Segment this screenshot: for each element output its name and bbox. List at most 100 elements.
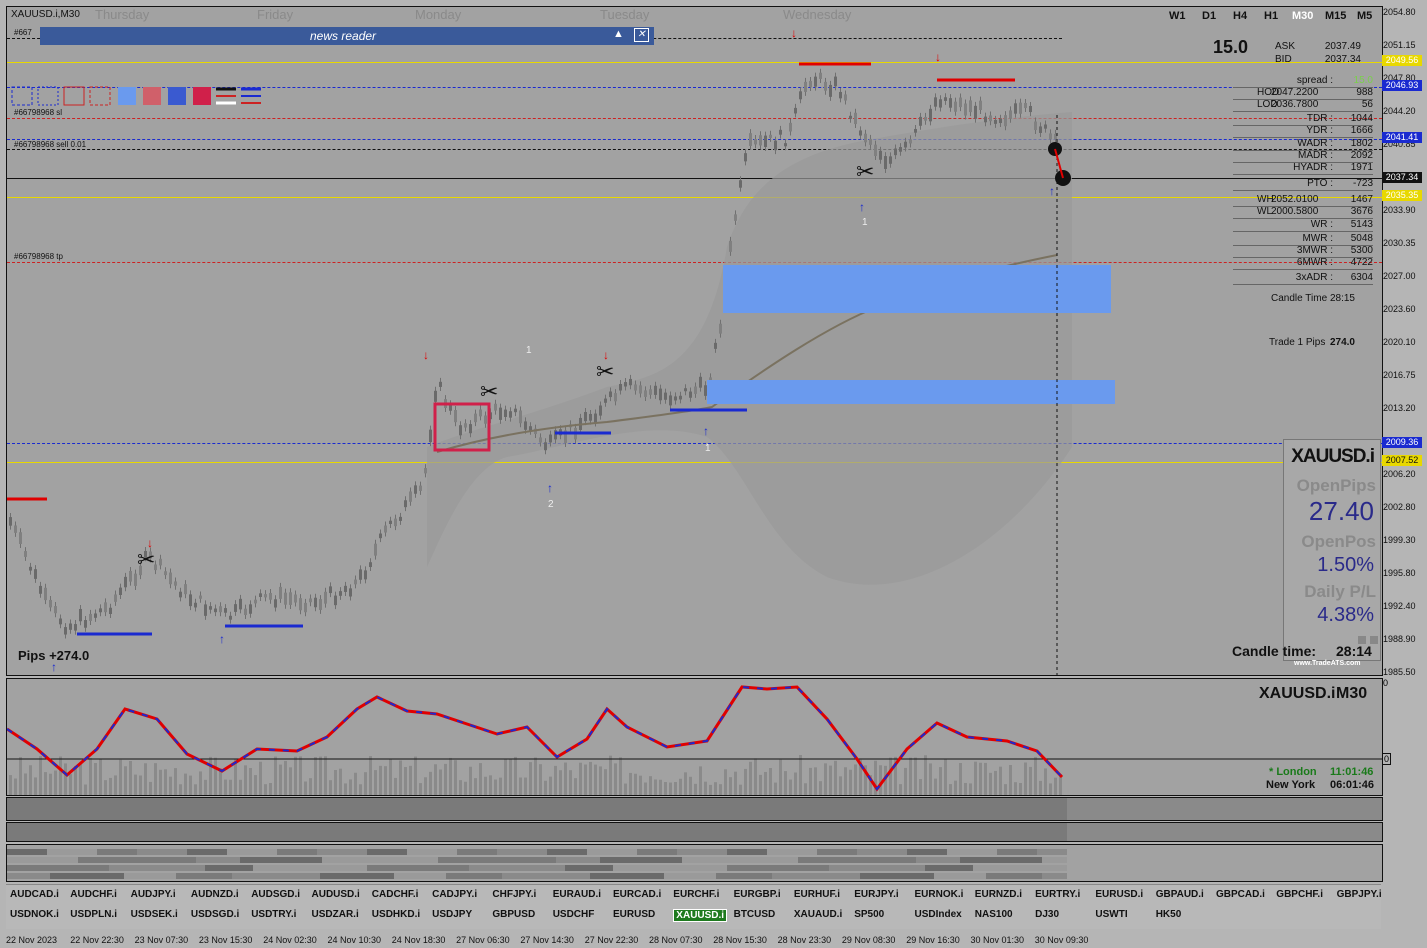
symbol-button[interactable]: EURHUF.i (794, 889, 840, 900)
symbol-button[interactable]: EURTRY.i (1035, 889, 1080, 900)
symbol-button[interactable]: USDHKD.i (372, 909, 420, 920)
candle (414, 485, 417, 494)
price-axis-label: 2051.15 (1383, 40, 1416, 50)
volume-bar (779, 759, 782, 795)
symbol-button[interactable]: AUDSGD.i (251, 889, 300, 900)
price-tag: 2037.34 (1382, 172, 1422, 183)
symbol-button[interactable]: USDNOK.i (10, 909, 59, 920)
volume-bar (594, 764, 597, 795)
info-label: HOD (1257, 87, 1280, 98)
volume-bar (269, 782, 272, 795)
volume-bar (484, 776, 487, 795)
symbol-button[interactable]: CHFJPY.i (492, 889, 536, 900)
symbol-button[interactable]: EURUSD (613, 909, 655, 920)
symbol-button[interactable]: EURAUD.i (553, 889, 601, 900)
symbol-button[interactable]: DJ30 (1035, 909, 1059, 920)
symbol-button[interactable]: AUDUSD.i (312, 889, 360, 900)
symbol-button[interactable]: AUDCAD.i (10, 889, 59, 900)
symbol-button[interactable]: GBPCAD.i (1216, 889, 1265, 900)
candle (424, 468, 427, 474)
volume-bar (974, 761, 977, 795)
volume-bar (644, 782, 647, 795)
candle (169, 572, 172, 585)
info-label: LOD (1257, 99, 1278, 110)
volume-bar (384, 766, 387, 795)
volume-bar (144, 763, 147, 795)
price-axis-label: 2027.00 (1383, 271, 1416, 281)
volume-bar (149, 781, 152, 795)
volume-bar (299, 756, 302, 795)
symbol-button[interactable]: USDJPY (432, 909, 472, 920)
candle (324, 591, 327, 604)
volume-bar (24, 773, 27, 795)
symbol-button[interactable]: GBPAUD.i (1156, 889, 1204, 900)
candle (84, 620, 87, 628)
info-value: 4722 (1350, 257, 1373, 268)
symbol-button[interactable]: USWTI (1095, 909, 1127, 920)
volume-bar (369, 756, 372, 795)
candle (784, 143, 787, 147)
symbol-button[interactable]: EURNOK.i (915, 889, 964, 900)
symbol-button[interactable]: EURCAD.i (613, 889, 661, 900)
symbol-button[interactable]: AUDJPY.i (131, 889, 176, 900)
candle (259, 593, 262, 598)
info-value: 56 (1361, 99, 1373, 110)
scissors-icon: ✂ (596, 359, 614, 384)
symbol-button[interactable]: AUDNZD.i (191, 889, 239, 900)
symbol-button[interactable]: AUDCHF.i (70, 889, 117, 900)
heatmap-cell (7, 849, 47, 855)
symbol-button[interactable]: USDIndex (915, 909, 962, 920)
oscillator-panel[interactable]: XAUUSD.i M30 * London 11:01:46 New York … (6, 678, 1383, 796)
symbol-button[interactable]: USDTRY.i (251, 909, 296, 920)
volume-bar (424, 777, 427, 795)
symbol-button[interactable]: CADCHF.i (372, 889, 419, 900)
candle (654, 385, 657, 395)
osc-axis-mid: 0 (1382, 753, 1392, 765)
volume-bar (264, 784, 267, 795)
symbol-button[interactable]: USDCHF (553, 909, 595, 920)
price-plot[interactable]: ↓ ↓ ↓ ↓ ↓ ↑ ↑ ↑ ↑ ↑ ↑ ✂ ✂ ✂ ✂ (7, 7, 1382, 675)
candle (524, 421, 527, 430)
symbol-button[interactable]: USDSEK.i (131, 909, 178, 920)
candle (129, 570, 132, 582)
candle (664, 392, 667, 400)
symbol-button[interactable]: XAUAUD.i (794, 909, 842, 920)
heatmap-cell (677, 849, 727, 855)
symbol-button[interactable]: NAS100 (975, 909, 1013, 920)
candle (639, 385, 642, 394)
symbol-button[interactable]: XAUUSD.i (673, 909, 728, 922)
volume-bar (394, 777, 397, 795)
symbol-button[interactable]: CADJPY.i (432, 889, 477, 900)
volume-bar (489, 775, 492, 795)
volume-bar (434, 764, 437, 795)
symbol-button[interactable]: SP500 (854, 909, 884, 920)
symbol-button[interactable]: USDPLN.i (70, 909, 117, 920)
symbol-button[interactable]: USDSGD.i (191, 909, 239, 920)
symbol-button[interactable]: EURGBP.i (734, 889, 781, 900)
info-price: 2036.7800 (1271, 99, 1319, 110)
symbol-button[interactable]: GBPJPY.i (1337, 889, 1382, 900)
price-tag: 2007.52 (1382, 455, 1422, 466)
volume-bar (479, 763, 482, 795)
symbol-button[interactable]: USDZAR.i (312, 909, 359, 920)
heatmap-cell (176, 873, 232, 879)
candle (434, 390, 437, 402)
symbol-button[interactable]: GBPCHF.i (1276, 889, 1323, 900)
info-label: 3xADR : (1295, 272, 1333, 283)
volume-bar (89, 758, 92, 795)
volume-bar (44, 772, 47, 795)
main-chart[interactable]: XAUUSD.i,M30 Thursday Friday Monday Tues… (6, 6, 1383, 676)
volume-bar (739, 784, 742, 795)
symbol-button[interactable]: EURCHF.i (673, 889, 719, 900)
symbol-button[interactable]: EURJPY.i (854, 889, 898, 900)
symbol-button[interactable]: EURUSD.i (1095, 889, 1143, 900)
symbol-button[interactable]: BTCUSD (734, 909, 776, 920)
candle (1034, 121, 1037, 131)
heatmap-cell (590, 873, 664, 879)
symbol-button[interactable]: HK50 (1156, 909, 1182, 920)
symbol-button[interactable]: EURNZD.i (975, 889, 1022, 900)
open-pos-label: OpenPos (1301, 532, 1376, 551)
symbol-button[interactable]: GBPUSD (492, 909, 535, 920)
volume-bar (584, 764, 587, 795)
candle (64, 627, 67, 635)
